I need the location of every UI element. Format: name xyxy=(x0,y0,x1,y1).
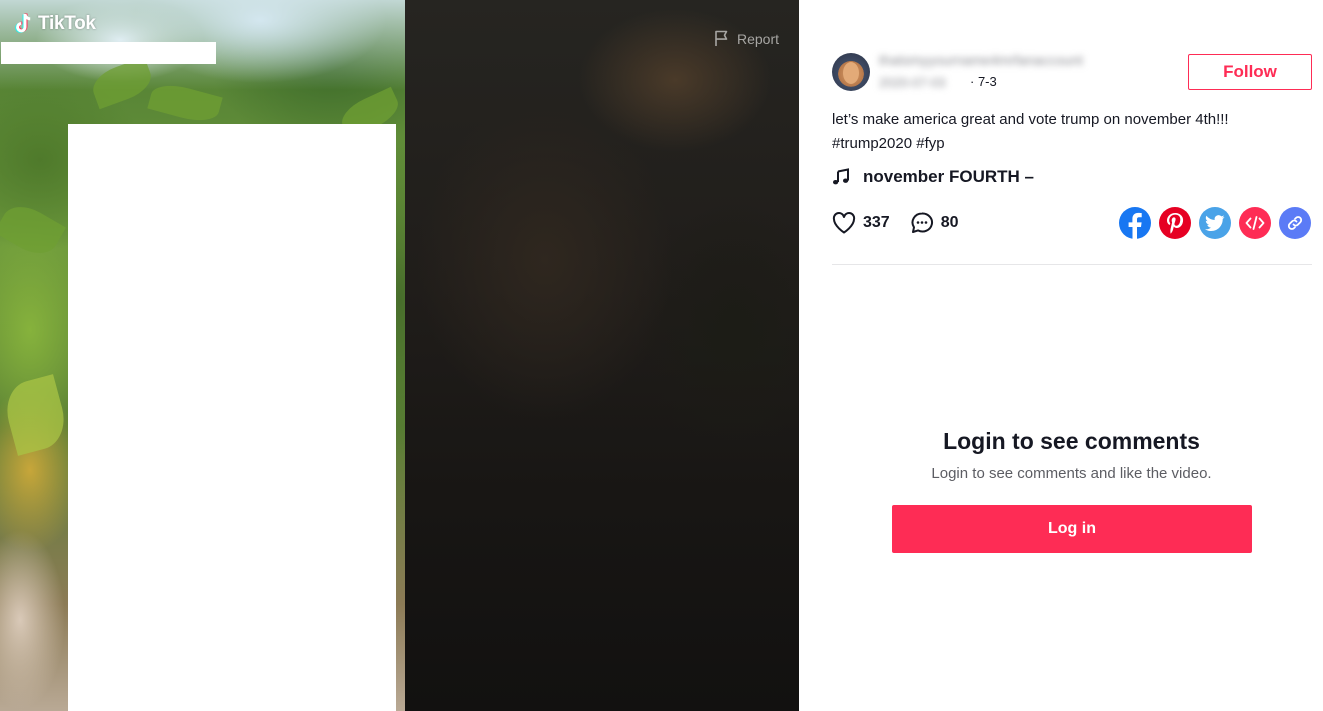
caption: let’s make america great and vote trump … xyxy=(832,108,1272,156)
report-button[interactable]: Report xyxy=(714,30,779,47)
facebook-icon xyxy=(1128,212,1142,239)
comment-count: 80 xyxy=(940,214,959,231)
twitter-share-button[interactable] xyxy=(1199,207,1231,239)
share-buttons xyxy=(1119,207,1311,239)
embed-code-icon xyxy=(1245,216,1265,230)
caption-text: let’s make america great and vote trump … xyxy=(832,111,1229,128)
pinterest-share-button[interactable] xyxy=(1159,207,1191,239)
follow-button[interactable]: Follow xyxy=(1188,54,1312,90)
copy-link-share-button[interactable] xyxy=(1279,207,1311,239)
music-title: november FOURTH – xyxy=(863,167,1034,186)
divider xyxy=(832,264,1312,265)
background-leaf xyxy=(0,374,72,456)
heart-icon xyxy=(832,212,856,234)
redaction-box xyxy=(68,124,396,711)
date-obscured: 2020-07-03 xyxy=(879,74,946,89)
background-leaf xyxy=(0,197,66,263)
link-icon xyxy=(1287,216,1303,230)
video-player[interactable]: Report xyxy=(405,0,799,711)
post-date: · 7-3 xyxy=(970,74,997,89)
comments-login-title: Login to see comments xyxy=(943,428,1200,454)
flag-icon xyxy=(715,30,728,46)
like-button[interactable]: 337 xyxy=(832,212,890,234)
facebook-share-button[interactable] xyxy=(1119,207,1151,239)
music-note-icon xyxy=(833,168,849,185)
pinterest-icon xyxy=(1167,213,1184,234)
engagement-stats: 337 80 xyxy=(832,211,979,235)
music-link[interactable]: november FOURTH – xyxy=(832,167,1034,187)
tiktok-note-icon xyxy=(15,13,31,33)
comment-button[interactable]: 80 xyxy=(910,211,959,235)
redaction-bar xyxy=(1,42,216,64)
video-info-panel: thatsmyyourname4mrfanaccount 2020-07-03 … xyxy=(799,0,1323,711)
comment-icon xyxy=(911,212,933,233)
username-obscured[interactable]: thatsmyyourname4mrfanaccount xyxy=(879,52,1109,70)
twitter-icon xyxy=(1205,214,1225,231)
comments-login-subtitle: Login to see comments and like the video… xyxy=(931,465,1212,482)
login-button[interactable]: Log in xyxy=(892,505,1252,553)
background-video-left: TikTok xyxy=(0,0,405,711)
tiktok-logo[interactable]: TikTok xyxy=(14,13,96,35)
caption-hashtags[interactable]: #trump2020 #fyp xyxy=(832,132,1272,156)
avatar-face xyxy=(843,62,859,84)
avatar[interactable] xyxy=(832,53,870,91)
post-date-row: 2020-07-03 · 7-3 xyxy=(879,74,997,89)
like-count: 337 xyxy=(863,214,890,231)
report-label: Report xyxy=(736,30,779,47)
embed-share-button[interactable] xyxy=(1239,207,1271,239)
logo-text: TikTok xyxy=(38,13,96,34)
